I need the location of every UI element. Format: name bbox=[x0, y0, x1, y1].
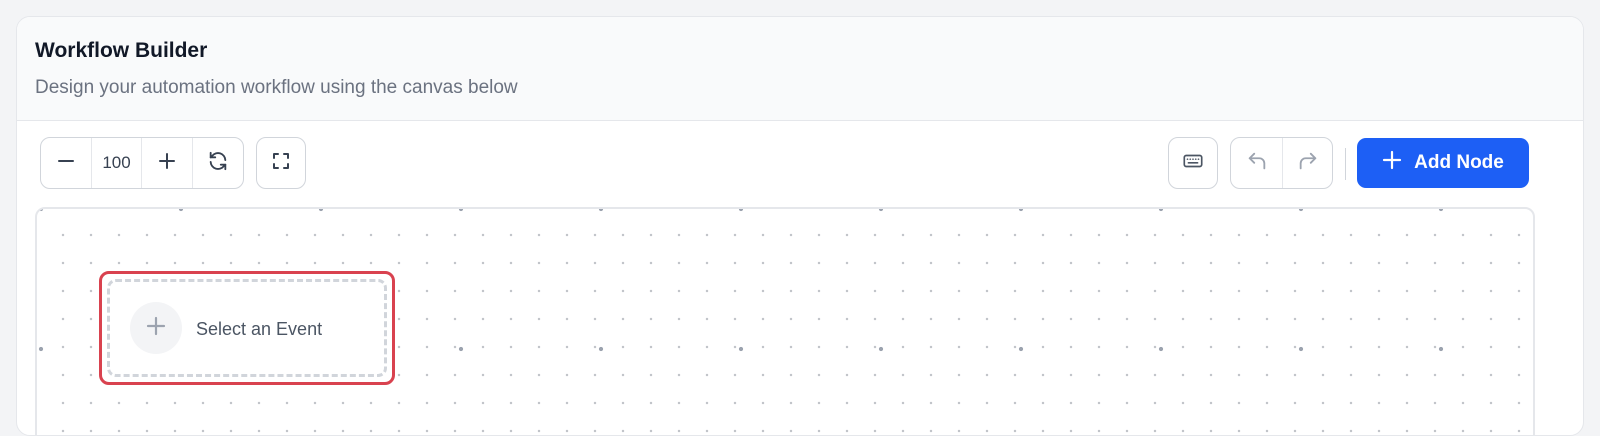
keyboard-shortcuts-button[interactable] bbox=[1169, 138, 1217, 188]
event-node[interactable]: Select an Event bbox=[99, 271, 395, 385]
shortcuts-group bbox=[1168, 137, 1218, 189]
toolbar-divider bbox=[1345, 148, 1346, 180]
redo-button[interactable] bbox=[1282, 138, 1332, 188]
zoom-controls: 100 bbox=[40, 137, 244, 189]
refresh-icon bbox=[207, 150, 229, 177]
plus-icon bbox=[1382, 150, 1402, 176]
zoom-in-button[interactable] bbox=[141, 138, 192, 188]
keyboard-icon bbox=[1182, 150, 1204, 177]
add-node-button[interactable]: Add Node bbox=[1357, 138, 1529, 188]
zoom-out-button[interactable] bbox=[41, 138, 91, 188]
page-subtitle: Design your automation workflow using th… bbox=[35, 77, 518, 98]
event-node-label: Select an Event bbox=[196, 319, 323, 339]
undo-icon bbox=[1246, 150, 1268, 177]
plus-icon bbox=[157, 151, 177, 176]
reset-zoom-button[interactable] bbox=[192, 138, 243, 188]
page-title: Workflow Builder bbox=[35, 39, 208, 62]
minus-icon bbox=[56, 151, 76, 176]
history-controls bbox=[1230, 137, 1333, 189]
fullscreen-icon bbox=[271, 151, 291, 176]
add-node-label: Add Node bbox=[1414, 152, 1504, 173]
fit-view-button[interactable] bbox=[257, 138, 305, 188]
plus-icon bbox=[144, 314, 168, 343]
workflow-builder-card: Workflow Builder Design your automation … bbox=[16, 16, 1584, 436]
redo-icon bbox=[1297, 150, 1319, 177]
add-event-icon-wrap[interactable] bbox=[130, 302, 182, 354]
event-node-placeholder[interactable]: Select an Event bbox=[107, 279, 387, 377]
fit-view-group bbox=[256, 137, 306, 189]
zoom-level[interactable]: 100 bbox=[91, 138, 141, 188]
undo-button[interactable] bbox=[1231, 138, 1282, 188]
workflow-canvas[interactable]: Select an Event bbox=[35, 207, 1535, 435]
card-header: Workflow Builder Design your automation … bbox=[17, 17, 1583, 121]
